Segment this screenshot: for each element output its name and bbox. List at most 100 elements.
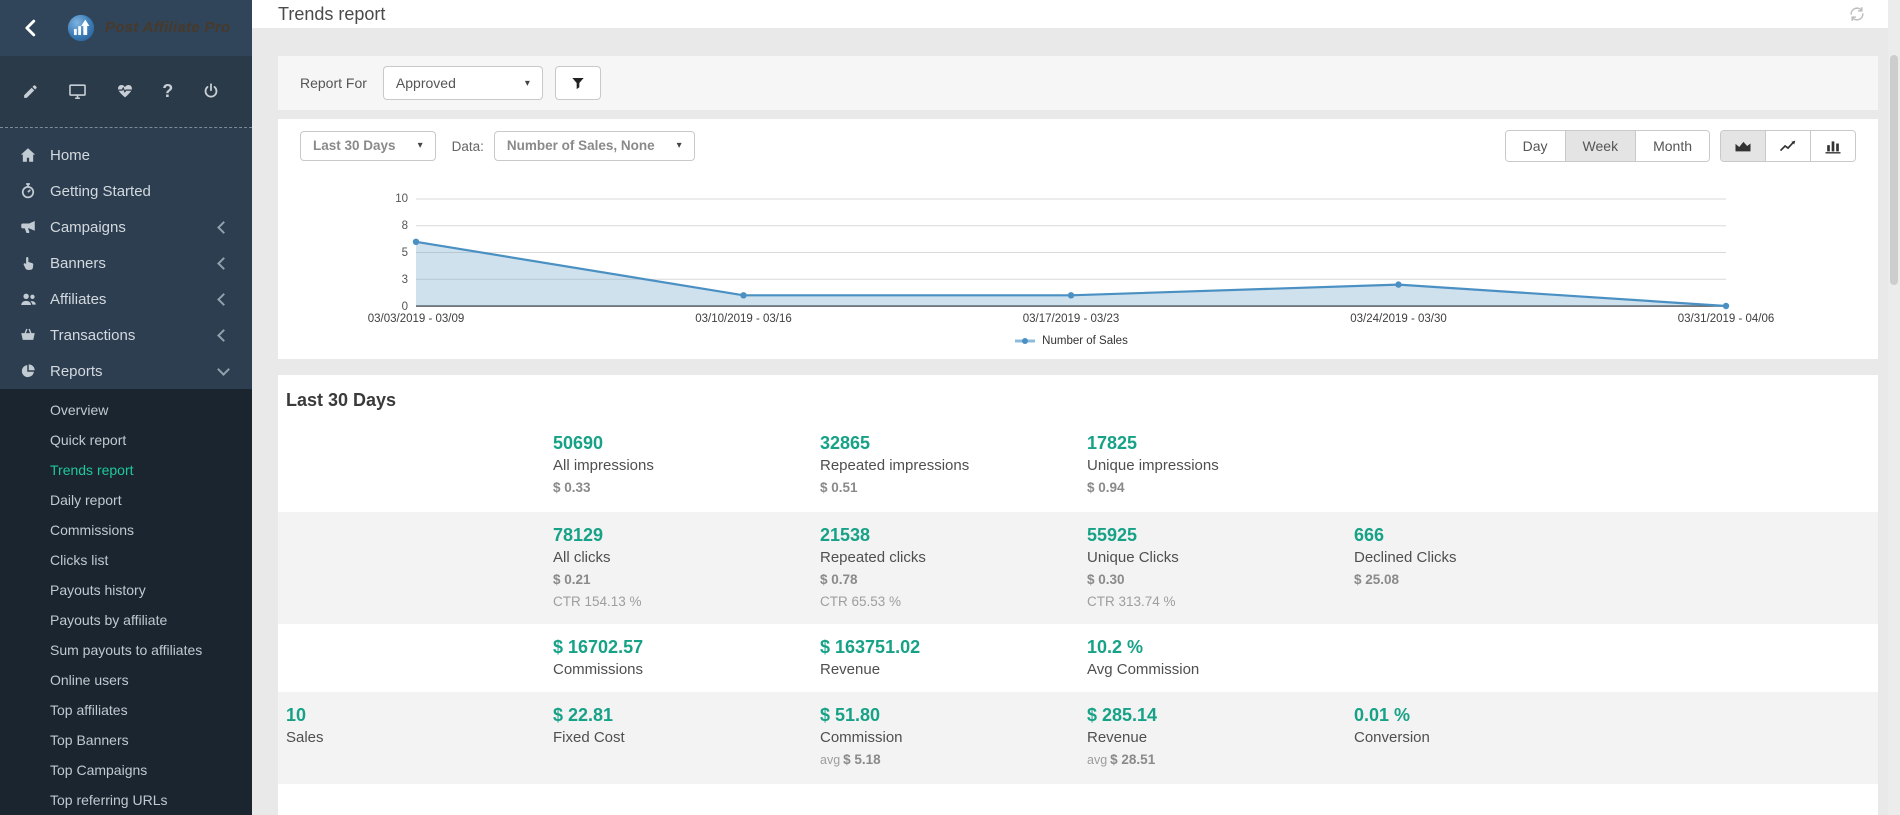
caret-icon: ▾ [418, 134, 423, 158]
submenu-item-daily-report[interactable]: Daily report [0, 485, 252, 515]
edit-button[interactable] [22, 83, 39, 100]
stat-fixed-cost: $ 22.81Fixed Cost [553, 703, 820, 772]
submenu-item-overview[interactable]: Overview [0, 395, 252, 425]
area-chart-button[interactable] [1721, 131, 1766, 161]
sidebar-item-campaigns[interactable]: Campaigns [0, 209, 252, 245]
stats-heading: Last 30 Days [278, 375, 1878, 420]
stat-value: $ 285.14 [1087, 703, 1336, 727]
question-icon: ? [162, 82, 173, 100]
status-button[interactable] [116, 82, 134, 100]
chart-toolbar: Last 30 Days ▾ Data: Number of Sales, No… [278, 130, 1878, 162]
stat-repeated-clicks: 21538Repeated clicks$ 0.78CTR 65.53 % [820, 523, 1087, 612]
stat-value: 0.01 % [1354, 703, 1603, 727]
stat-label: Revenue [820, 659, 1069, 680]
stat-label: Repeated impressions [820, 455, 1069, 476]
sidebar-item-banners[interactable]: Banners [0, 245, 252, 281]
sidebar-item-affiliates[interactable]: Affiliates [0, 281, 252, 317]
stat-money: $ 0.30 [1087, 568, 1336, 592]
megaphone-icon [18, 218, 38, 236]
stats-row: $ 16702.57Commissions$ 163751.02Revenue1… [278, 624, 1878, 692]
screen-button[interactable] [68, 82, 87, 101]
period-month-button[interactable]: Month [1636, 131, 1709, 161]
y-tick-label: 5 [402, 247, 408, 259]
sidebar-item-label: Home [50, 147, 90, 164]
stat-value: 50690 [553, 431, 802, 455]
app: Post Affiliate Pro ? Home Getting Started… [0, 0, 1900, 815]
period-day-button[interactable]: Day [1506, 131, 1566, 161]
help-button[interactable]: ? [162, 82, 173, 100]
data-series-select[interactable]: Number of Sales, None ▾ [494, 131, 695, 161]
line-chart-button[interactable] [1766, 131, 1811, 161]
report-for-select[interactable]: Approved ▾ [383, 66, 543, 100]
submenu-item-top-affiliates[interactable]: Top affiliates [0, 695, 252, 725]
y-tick-label: 10 [395, 193, 408, 205]
area-chart-icon [1733, 136, 1753, 156]
scrollbar-thumb[interactable] [1890, 55, 1898, 285]
submenu-item-commissions[interactable]: Commissions [0, 515, 252, 545]
sidebar-item-label: Campaigns [50, 219, 126, 236]
submenu-item-top-referring-urls[interactable]: Top referring URLs [0, 785, 252, 815]
stat-value: $ 16702.57 [553, 635, 802, 659]
brand-name: Post Affiliate Pro [105, 19, 230, 36]
chevron-left-icon [217, 329, 230, 342]
submenu-item-top-banners[interactable]: Top Banners [0, 725, 252, 755]
submenu-item-clicks-list[interactable]: Clicks list [0, 545, 252, 575]
submenu-item-online-users[interactable]: Online users [0, 665, 252, 695]
sidebar-header: Post Affiliate Pro [0, 0, 252, 56]
sidebar-item-transactions[interactable]: Transactions [0, 317, 252, 353]
stats-card: Last 30 Days 50690All impressions$ 0.333… [278, 375, 1878, 815]
y-tick-label: 3 [402, 274, 408, 286]
stat-label: Fixed Cost [553, 727, 802, 748]
stat-repeated-impressions: 32865Repeated impressions$ 0.51 [820, 431, 1087, 500]
stat-money: $ 0.78 [820, 568, 1069, 592]
submenu-item-sum-payouts-to-affiliates[interactable]: Sum payouts to affiliates [0, 635, 252, 665]
refresh-button[interactable] [1848, 5, 1866, 23]
hand-pointer-icon [18, 255, 38, 272]
sidebar-item-label: Getting Started [50, 183, 151, 200]
stat-label: All impressions [553, 455, 802, 476]
date-range-select[interactable]: Last 30 Days ▾ [300, 131, 436, 161]
period-week-button[interactable]: Week [1566, 131, 1637, 161]
stat-ctr: CTR 65.53 % [820, 592, 1069, 612]
sidebar-item-label: Transactions [50, 327, 135, 344]
legend-marker-icon [1014, 336, 1036, 346]
x-tick-label: 03/10/2019 - 03/16 [695, 313, 792, 325]
stat-label: Declined Clicks [1354, 547, 1603, 568]
sidebar-item-reports[interactable]: Reports [0, 353, 252, 389]
pie-chart-icon [18, 362, 38, 380]
stat-value: 32865 [820, 431, 1069, 455]
submenu-item-quick-report[interactable]: Quick report [0, 425, 252, 455]
stat-label: Unique impressions [1087, 455, 1336, 476]
submenu-item-payouts-by-affiliate[interactable]: Payouts by affiliate [0, 605, 252, 635]
x-tick-label: 03/03/2019 - 03/09 [368, 313, 465, 325]
stat-label: Conversion [1354, 727, 1603, 748]
page-scrollbar[interactable] [1888, 0, 1900, 815]
page-header: Trends report [252, 0, 1900, 28]
stat-label: Avg Commission [1087, 659, 1336, 680]
stat-value: 666 [1354, 523, 1603, 547]
stat-label: Sales [286, 727, 535, 748]
stat-value: 10.2 % [1087, 635, 1336, 659]
bar-chart-icon [1823, 136, 1843, 156]
stat-value: $ 163751.02 [820, 635, 1069, 659]
y-tick-label: 0 [402, 301, 408, 313]
sidebar-item-getting-started[interactable]: Getting Started [0, 173, 252, 209]
main-area: Trends report Report For Approved ▾ [252, 0, 1900, 815]
submenu-item-trends-report[interactable]: Trends report [0, 455, 252, 485]
x-tick-label: 03/24/2019 - 03/30 [1350, 313, 1447, 325]
submenu-item-payouts-history[interactable]: Payouts history [0, 575, 252, 605]
chevron-left-icon [217, 221, 230, 234]
filter-button[interactable] [555, 66, 601, 100]
sidebar-item-home[interactable]: Home [0, 137, 252, 173]
submenu-item-top-campaigns[interactable]: Top Campaigns [0, 755, 252, 785]
stats-row: 10Sales$ 22.81Fixed Cost$ 51.80Commissio… [278, 692, 1878, 784]
back-icon [20, 17, 42, 39]
bar-chart-button[interactable] [1811, 131, 1855, 161]
stat-value: 21538 [820, 523, 1069, 547]
sidebar-item-label: Reports [50, 363, 103, 380]
basket-icon [18, 326, 38, 344]
stats-row: 78129All clicks$ 0.21CTR 154.13 %21538Re… [278, 512, 1878, 624]
logout-button[interactable] [202, 82, 220, 100]
chart-controls: DayWeekMonth [1505, 130, 1856, 162]
back-button[interactable] [20, 17, 42, 39]
